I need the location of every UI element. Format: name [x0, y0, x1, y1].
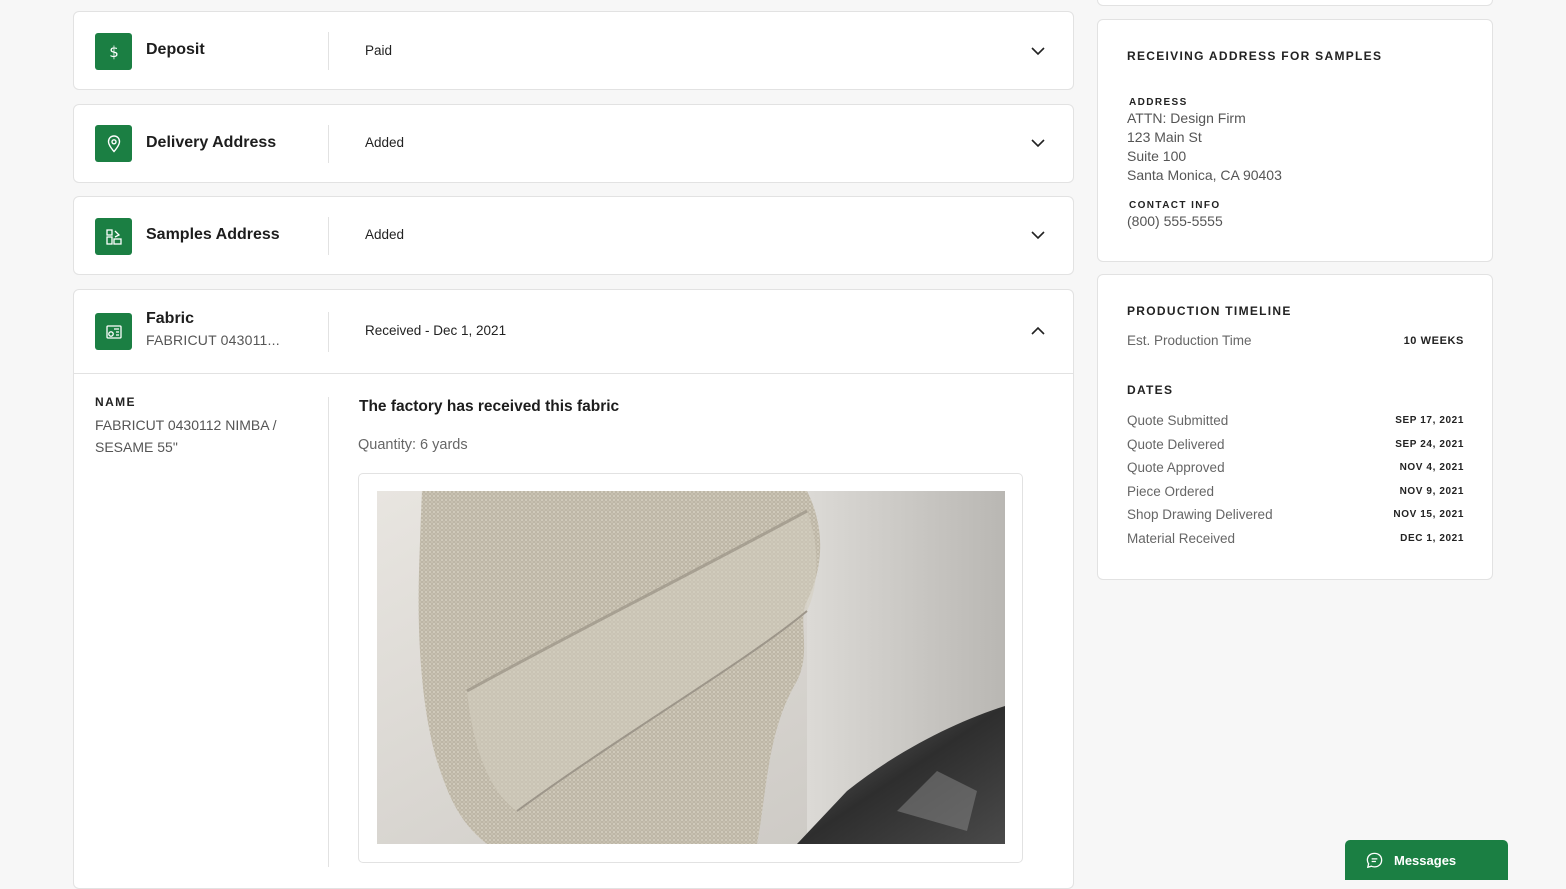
receiving-address-card: RECEIVING ADDRESS FOR SAMPLES ADDRESS AT… — [1097, 19, 1493, 262]
fabric-header-divider — [74, 373, 1073, 374]
divider — [328, 32, 329, 70]
messages-button[interactable]: Messages — [1345, 840, 1508, 880]
svg-text:$: $ — [109, 43, 119, 61]
timeline-date-row: Quote Submitted SEP 17, 2021 — [1127, 413, 1464, 433]
receiving-address-title: RECEIVING ADDRESS FOR SAMPLES — [1127, 49, 1383, 63]
timeline-date-row: Shop Drawing Delivered NOV 15, 2021 — [1127, 507, 1464, 527]
production-timeline-title: PRODUCTION TIMELINE — [1127, 304, 1292, 318]
fabric-card: Fabric FABRICUT 043011... Received - Dec… — [73, 289, 1074, 889]
delivery-address-title: Delivery Address — [146, 134, 277, 151]
address-line: Suite 100 — [1127, 148, 1187, 164]
chevron-down-icon[interactable] — [1029, 134, 1047, 152]
fabric-subtitle: FABRICUT 043011... — [146, 332, 280, 348]
divider — [328, 397, 329, 867]
top-card-edge — [1097, 0, 1493, 6]
address-block: ATTN: Design Firm 123 Main St Suite 100 … — [1127, 109, 1282, 185]
swatches-icon — [95, 218, 132, 255]
date-label: Material Received — [1127, 531, 1236, 546]
chevron-up-icon[interactable] — [1029, 322, 1047, 340]
date-value: NOV 15, 2021 — [1393, 509, 1464, 520]
date-label: Shop Drawing Delivered — [1127, 507, 1273, 522]
divider — [328, 217, 329, 255]
deposit-row[interactable]: $ Deposit Paid — [73, 11, 1074, 90]
date-label: Piece Ordered — [1127, 484, 1215, 499]
contact-info-label: CONTACT INFO — [1129, 200, 1221, 211]
chat-bubble-icon — [1365, 851, 1384, 870]
deposit-status: Paid — [365, 43, 393, 58]
est-production-label: Est. Production Time — [1127, 333, 1252, 348]
fabric-header[interactable]: Fabric FABRICUT 043011... Received - Dec… — [74, 290, 1073, 373]
date-value: NOV 9, 2021 — [1399, 486, 1464, 497]
date-value: SEP 24, 2021 — [1395, 439, 1464, 450]
samples-address-title: Samples Address — [146, 226, 280, 243]
date-label: Quote Submitted — [1127, 413, 1229, 428]
divider — [328, 125, 329, 163]
fabric-photo-frame — [358, 473, 1023, 863]
fabric-name-line: SESAME 55" — [95, 439, 178, 455]
address-label: ADDRESS — [1129, 97, 1188, 108]
timeline-date-row: Piece Ordered NOV 9, 2021 — [1127, 484, 1464, 504]
timeline-date-row: Material Received DEC 1, 2021 — [1127, 531, 1464, 551]
fabric-name-label: NAME — [95, 395, 136, 409]
dollar-icon: $ — [95, 33, 132, 70]
fabric-status: Received - Dec 1, 2021 — [365, 323, 507, 338]
contact-phone: (800) 555-5555 — [1127, 213, 1223, 229]
dates-title: DATES — [1127, 383, 1174, 397]
date-value: DEC 1, 2021 — [1400, 533, 1464, 544]
date-label: Quote Delivered — [1127, 437, 1225, 452]
location-pin-icon — [95, 125, 132, 162]
est-production-row: Est. Production Time 10 WEEKS — [1127, 333, 1464, 353]
chevron-down-icon[interactable] — [1029, 42, 1047, 60]
delivery-address-row[interactable]: Delivery Address Added — [73, 104, 1074, 183]
address-line: Santa Monica, CA 90403 — [1127, 167, 1282, 183]
chevron-down-icon[interactable] — [1029, 226, 1047, 244]
fabric-photo[interactable] — [377, 491, 1005, 844]
date-label: Quote Approved — [1127, 460, 1225, 475]
delivery-address-status: Added — [365, 135, 405, 150]
messages-label: Messages — [1394, 852, 1457, 868]
date-value: SEP 17, 2021 — [1395, 415, 1464, 426]
samples-address-status: Added — [365, 227, 405, 242]
address-line: ATTN: Design Firm — [1127, 110, 1246, 126]
fabric-quantity: Quantity: 6 yards — [358, 437, 468, 453]
timeline-date-row: Quote Delivered SEP 24, 2021 — [1127, 437, 1464, 457]
est-production-value: 10 WEEKS — [1403, 335, 1464, 347]
timeline-date-row: Quote Approved NOV 4, 2021 — [1127, 460, 1464, 480]
fabric-name-line: FABRICUT 0430112 NIMBA / — [95, 417, 277, 433]
fabric-received-heading: The factory has received this fabric — [359, 398, 620, 415]
fabric-name-value: FABRICUT 0430112 NIMBA / SESAME 55" — [95, 414, 277, 458]
date-value: NOV 4, 2021 — [1399, 462, 1464, 473]
address-line: 123 Main St — [1127, 129, 1202, 145]
samples-address-row[interactable]: Samples Address Added — [73, 196, 1074, 275]
divider — [328, 312, 329, 352]
deposit-title: Deposit — [146, 41, 205, 58]
fabric-roll-icon — [95, 313, 132, 350]
fabric-title: Fabric — [146, 310, 195, 327]
production-timeline-card: PRODUCTION TIMELINE Est. Production Time… — [1097, 274, 1493, 580]
